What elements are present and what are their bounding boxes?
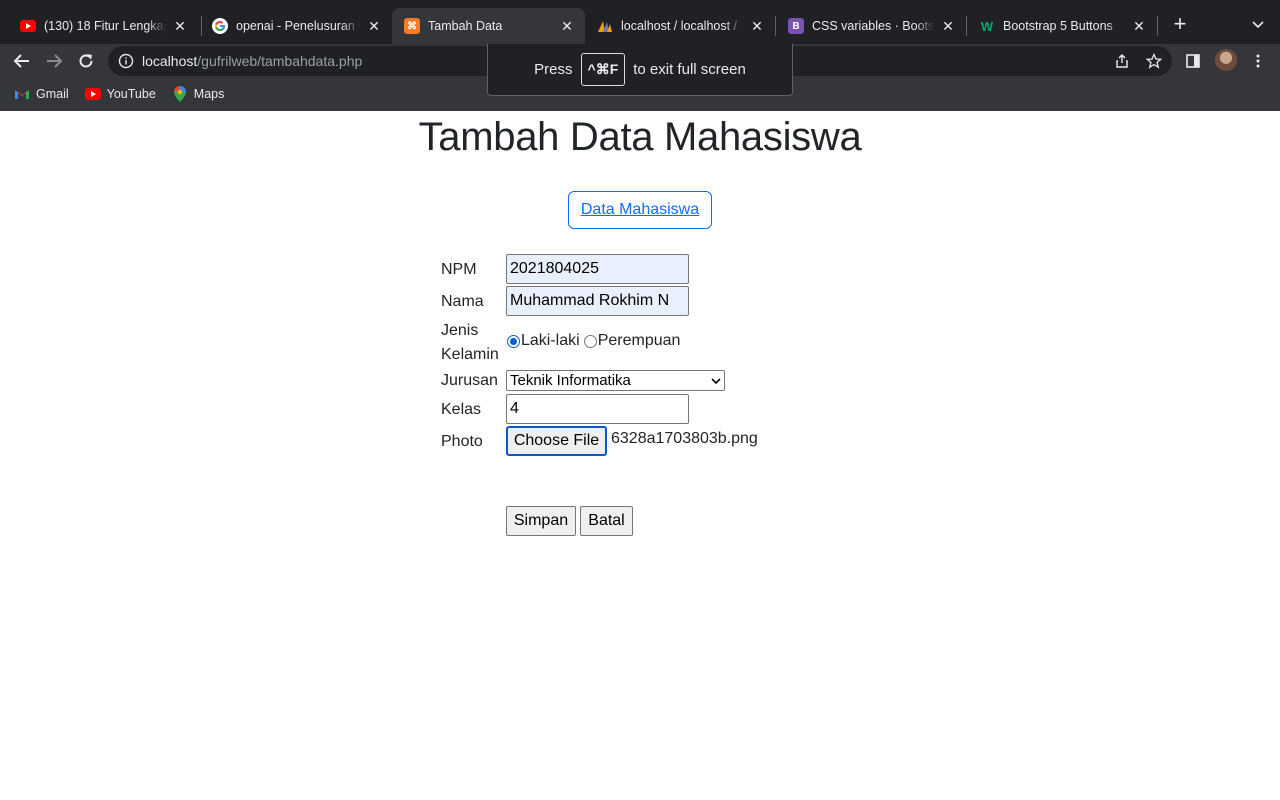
maps-icon <box>172 86 188 102</box>
npm-label: NPM <box>441 261 477 278</box>
nama-label: Nama <box>441 293 484 310</box>
forward-button[interactable] <box>41 48 67 74</box>
radio-perempuan[interactable] <box>583 334 597 348</box>
jenis-kelamin-label: Jenis Kelamin <box>441 319 499 367</box>
jurusan-selected-value: Teknik Informatika <box>510 372 631 389</box>
share-icon[interactable] <box>1114 53 1130 69</box>
tab-title: Bootstrap 5 Buttons <box>1003 19 1113 33</box>
toast-suffix: to exit full screen <box>633 61 746 78</box>
chevron-down-icon <box>711 377 721 384</box>
side-panel-icon <box>1186 54 1200 68</box>
photo-label: Photo <box>441 433 483 450</box>
keyboard-shortcut: ^⌘F <box>580 53 626 86</box>
google-icon <box>212 18 228 34</box>
tab-title: CSS variables · Bootstr <box>812 19 934 33</box>
tab-separator <box>1157 16 1158 36</box>
bookmark-youtube[interactable]: YouTube <box>84 86 156 102</box>
kelas-input[interactable] <box>506 394 689 424</box>
simpan-button[interactable]: Simpan <box>506 506 576 536</box>
bookmark-maps[interactable]: Maps <box>172 86 225 102</box>
side-panel-button[interactable] <box>1180 48 1206 74</box>
bookmark-label: YouTube <box>106 87 156 101</box>
url-path: /gufrilweb/tambahdata.php <box>197 53 363 69</box>
tab-google[interactable]: openai - Penelusuran G ✕ <box>200 8 392 44</box>
tab-strip: (130) 18 Fitur Lengkap ✕ openai - Penelu… <box>0 0 1280 44</box>
url-text: localhost/gufrilweb/tambahdata.php <box>142 53 362 69</box>
toast-press: Press <box>534 61 573 78</box>
radio-laki-laki-label[interactable]: Laki-laki <box>521 332 580 350</box>
tab-bootstrap-buttons[interactable]: W Bootstrap 5 Buttons ✕ <box>967 8 1157 44</box>
jenis-kelamin-label-line2: Kelamin <box>441 346 499 363</box>
page-title: Tambah Data Mahasiswa <box>418 115 862 159</box>
close-icon[interactable]: ✕ <box>1131 18 1147 34</box>
bookmark-gmail[interactable]: Gmail <box>14 86 69 102</box>
tab-youtube[interactable]: (130) 18 Fitur Lengkap ✕ <box>8 8 198 44</box>
tab-title: Tambah Data <box>428 19 503 33</box>
choose-file-button[interactable]: Choose File <box>506 426 607 456</box>
bookmark-label: Maps <box>193 87 225 101</box>
w3schools-icon: W <box>980 18 994 34</box>
jurusan-label: Jurusan <box>441 372 498 389</box>
data-mahasiswa-button[interactable]: Data Mahasiswa <box>568 191 712 229</box>
fullscreen-toast: Press ^⌘F to exit full screen <box>487 44 793 96</box>
xampp-icon: ⌘ <box>404 18 420 34</box>
bootstrap-icon: B <box>788 18 804 34</box>
info-icon[interactable] <box>118 53 134 69</box>
tab-tambah-data[interactable]: ⌘ Tambah Data ✕ <box>392 8 585 44</box>
youtube-icon <box>84 86 101 102</box>
forward-arrow-icon <box>47 54 63 68</box>
phpmyadmin-icon <box>597 18 613 34</box>
page-content: Tambah Data Mahasiswa Data Mahasiswa NPM… <box>0 111 1280 800</box>
close-icon[interactable]: ✕ <box>172 18 188 34</box>
bookmark-label: Gmail <box>36 87 69 101</box>
jenis-kelamin-radio-group: Laki-laki Perempuan <box>506 332 680 350</box>
new-tab-button[interactable]: + <box>1168 12 1192 36</box>
url-host: localhost <box>142 53 198 69</box>
youtube-icon <box>20 18 36 34</box>
radio-laki-laki[interactable] <box>507 334 520 348</box>
batal-button[interactable]: Batal <box>580 506 633 536</box>
data-mahasiswa-link[interactable]: Data Mahasiswa <box>581 201 699 219</box>
tab-title: openai - Penelusuran G <box>236 19 360 33</box>
tab-search-icon[interactable] <box>1248 14 1268 34</box>
npm-input[interactable] <box>506 254 689 284</box>
gmail-icon <box>14 86 30 102</box>
bookmark-star-icon[interactable] <box>1145 52 1163 69</box>
radio-perempuan-label[interactable]: Perempuan <box>598 332 681 350</box>
back-button[interactable] <box>9 48 35 74</box>
reload-button[interactable] <box>73 48 99 74</box>
jenis-kelamin-label-line1: Jenis <box>441 322 479 339</box>
browser-menu-button[interactable] <box>1245 48 1271 74</box>
kelas-label: Kelas <box>441 401 482 418</box>
reload-icon <box>79 54 93 68</box>
kebab-menu-icon <box>1256 54 1260 68</box>
back-arrow-icon <box>13 54 29 68</box>
tab-bootstrap-css[interactable]: B CSS variables · Bootstr ✕ <box>776 8 966 44</box>
tab-phpmyadmin[interactable]: localhost / localhost / a ✕ <box>585 8 775 44</box>
photo-filename: 6328a1703803b.png <box>611 430 758 447</box>
close-icon[interactable]: ✕ <box>366 18 382 34</box>
jurusan-select[interactable]: Teknik Informatika <box>506 370 725 391</box>
close-icon[interactable]: ✕ <box>559 18 575 34</box>
nama-input[interactable] <box>506 286 689 316</box>
tab-title: (130) 18 Fitur Lengkap <box>44 19 166 33</box>
close-icon[interactable]: ✕ <box>940 18 956 34</box>
tab-title: localhost / localhost / a <box>621 19 743 33</box>
profile-avatar[interactable] <box>1215 49 1237 71</box>
close-icon[interactable]: ✕ <box>749 18 765 34</box>
